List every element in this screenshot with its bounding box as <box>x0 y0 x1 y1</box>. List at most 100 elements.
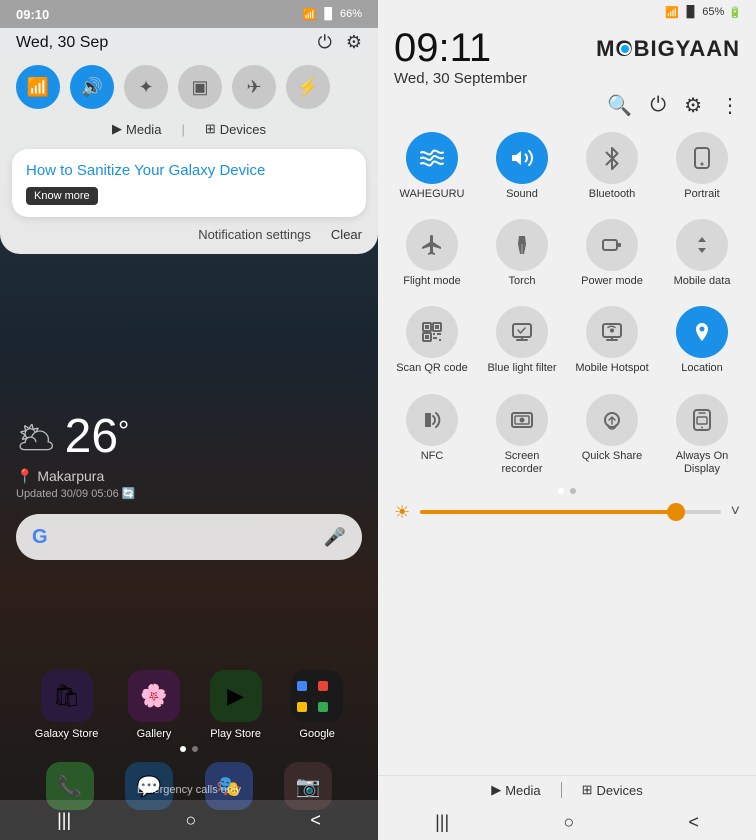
power-icon[interactable]: ⏻ <box>318 32 332 53</box>
sound-icon: 🔊 <box>81 77 103 98</box>
media-devices-row-right: ▶ Media ⊞ Devices <box>378 775 756 804</box>
toggle-torch[interactable]: ⚡ <box>286 65 330 109</box>
devices-label-right: Devices <box>597 783 643 798</box>
airplane-icon: ✈ <box>246 77 261 98</box>
flight-icon <box>406 219 458 271</box>
page-dot-1 <box>180 746 186 752</box>
settings-button[interactable]: ⚙ <box>684 93 702 118</box>
brand-name: MOBIGYAAN <box>596 36 740 61</box>
search-button[interactable]: 🔍 <box>607 93 632 118</box>
back-right[interactable]: < <box>668 808 719 837</box>
media-devices-row: ▶ Media | ⊞ Devices <box>0 117 378 141</box>
home-right[interactable]: ○ <box>543 808 594 837</box>
battery-indicator: 🔋 <box>728 6 742 19</box>
signal-icon: 📶 <box>303 8 317 21</box>
qs-portrait[interactable]: Portrait <box>660 126 744 207</box>
brightness-slider[interactable] <box>420 510 721 514</box>
google-label: Google <box>299 728 334 740</box>
qs-waheguru[interactable]: WAHEGURU <box>390 126 474 207</box>
toggle-bluetooth[interactable]: ✦ <box>124 65 168 109</box>
qs-bluetooth[interactable]: Bluetooth <box>570 126 654 207</box>
qs-page-dot-2 <box>570 488 576 494</box>
toggle-sound[interactable]: 🔊 <box>70 65 114 109</box>
qs-quick-share[interactable]: Quick Share <box>570 388 654 482</box>
devices-label: Devices <box>220 122 266 137</box>
shade-header-icons: ⏻ ⚙ <box>318 32 362 53</box>
nav-bar-left: ||| ○ < <box>0 800 378 840</box>
always-on-label: Always On Display <box>664 450 740 476</box>
brightness-icon: ☀ <box>394 502 410 523</box>
portrait-icon <box>676 132 728 184</box>
notification-card[interactable]: How to Sanitize Your Galaxy Device Know … <box>12 149 366 217</box>
devices-button-right[interactable]: ⊞ Devices <box>582 782 643 798</box>
mobile-data-label: Mobile data <box>674 275 731 288</box>
back-button[interactable]: < <box>290 806 341 835</box>
notification-title: How to Sanitize Your Galaxy Device <box>26 161 352 181</box>
google-icon <box>291 670 343 722</box>
brightness-thumb[interactable] <box>667 503 685 521</box>
right-panel: 📶 ▐▌ 65% 🔋 09:11 Wed, 30 September MOBIG… <box>378 0 756 840</box>
gallery-label: Gallery <box>137 728 172 740</box>
app-google[interactable]: Google <box>291 670 343 740</box>
galaxy-store-icon: 🛍 <box>41 670 93 722</box>
qs-screen-recorder[interactable]: Screen recorder <box>480 388 564 482</box>
right-header: 09:11 Wed, 30 September MOBIGYAAN <box>378 24 756 93</box>
notification-settings-button[interactable]: Notification settings <box>198 227 311 242</box>
bluetooth-icon: ✦ <box>138 77 153 98</box>
status-time-left: 09:10 <box>16 7 49 22</box>
toggle-airplane[interactable]: ✈ <box>232 65 276 109</box>
qs-location[interactable]: Location <box>660 300 744 381</box>
app-play-store[interactable]: ▶ Play Store <box>210 670 262 740</box>
wifi-icon: 📶 <box>27 77 49 98</box>
quick-share-label: Quick Share <box>582 450 643 463</box>
qs-flight[interactable]: Flight mode <box>390 213 474 294</box>
bars-status-icon: ▐▌ <box>683 6 699 18</box>
power-button[interactable]: ⏻ <box>650 94 666 117</box>
toggle-storage[interactable]: ▣ <box>178 65 222 109</box>
qs-blue-light[interactable]: Blue light filter <box>480 300 564 381</box>
app-gallery[interactable]: 🌸 Gallery <box>128 670 180 740</box>
separator: | <box>181 122 184 137</box>
media-button[interactable]: ▶ Media <box>112 121 161 137</box>
qs-nfc[interactable]: NFC <box>390 388 474 482</box>
home-button[interactable]: ○ <box>165 806 216 835</box>
quick-share-icon <box>586 394 638 446</box>
app-grid-row1: 🛍 Galaxy Store 🌸 Gallery ▶ Play Store Go… <box>0 670 378 740</box>
qs-sound[interactable]: Sound <box>480 126 564 207</box>
battery-left: 66% <box>340 8 362 20</box>
brightness-expand-icon[interactable]: ˅ <box>731 503 740 521</box>
status-bar-left: 09:10 📶 ▐▌ 66% <box>0 0 378 28</box>
recent-apps-right[interactable]: ||| <box>415 808 469 837</box>
screen-recorder-icon <box>496 394 548 446</box>
page-dot-2 <box>192 746 198 752</box>
qs-mobile-data[interactable]: Mobile data <box>660 213 744 294</box>
search-bar[interactable]: G 🎤 <box>16 514 362 560</box>
media-button-right[interactable]: ▶ Media <box>491 782 540 798</box>
qs-always-on[interactable]: Always On Display <box>660 388 744 482</box>
weather-location: 📍 Makarpura <box>16 468 136 485</box>
qs-torch[interactable]: Torch <box>480 213 564 294</box>
know-more-button[interactable]: Know more <box>26 187 98 205</box>
mic-icon[interactable]: 🎤 <box>324 527 346 548</box>
app-galaxy-store[interactable]: 🛍 Galaxy Store <box>35 670 99 740</box>
qs-hotspot[interactable]: Mobile Hotspot <box>570 300 654 381</box>
gallery-icon: 🌸 <box>128 670 180 722</box>
devices-icon: ⊞ <box>205 121 216 137</box>
galaxy-store-label: Galaxy Store <box>35 728 99 740</box>
recent-apps-button[interactable]: ||| <box>37 806 91 835</box>
toggle-wifi[interactable]: 📶 <box>16 65 60 109</box>
bars-icon: ▐▌ <box>320 8 336 20</box>
right-time-block: 09:11 Wed, 30 September <box>394 28 527 87</box>
devices-button[interactable]: ⊞ Devices <box>205 121 266 137</box>
storage-icon: ▣ <box>191 77 208 98</box>
settings-icon[interactable]: ⚙ <box>346 32 362 53</box>
mobile-data-icon <box>676 219 728 271</box>
nav-bar-right: ||| ○ < <box>378 804 756 840</box>
qs-qr[interactable]: Scan QR code <box>390 300 474 381</box>
left-panel: 09:10 📶 ▐▌ 66% Wed, 30 Sep ⏻ ⚙ 📶 🔊 ✦ <box>0 0 378 840</box>
clear-button[interactable]: Clear <box>331 227 362 242</box>
media-label: Media <box>126 122 161 137</box>
notif-title-highlight: Galaxy Device <box>169 162 266 179</box>
more-button[interactable]: ⋮ <box>720 93 740 118</box>
qs-power-mode[interactable]: Power mode <box>570 213 654 294</box>
